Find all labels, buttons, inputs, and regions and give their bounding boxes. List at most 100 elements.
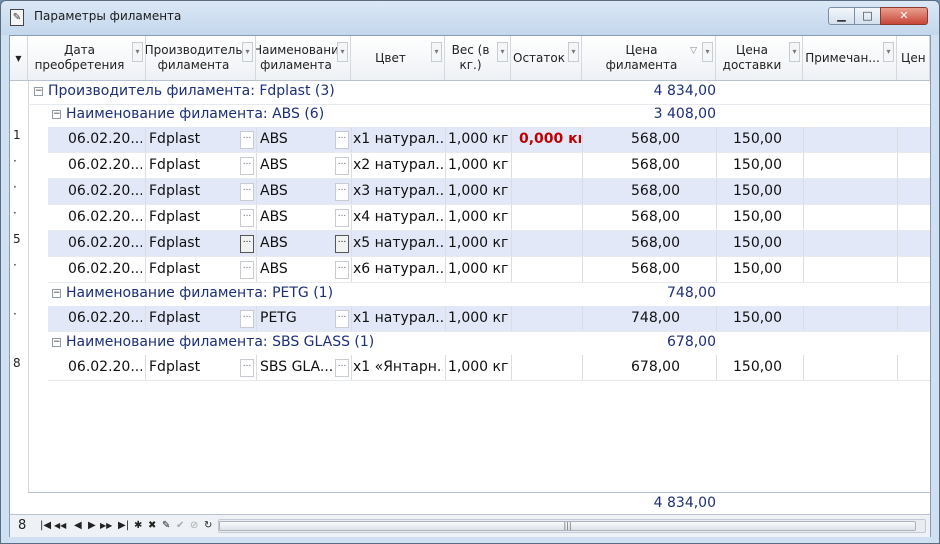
collapse-icon[interactable]: − <box>34 87 43 96</box>
table-row[interactable]: 06.02.20... Fdplast ... ABS ... x4 натур… <box>48 205 930 231</box>
ellipsis-button[interactable]: ... <box>240 235 254 253</box>
cell-weight: 1,000 кг <box>448 183 509 199</box>
cell-price: 568,00 <box>631 131 680 147</box>
cell-date: 06.02.20... <box>68 235 142 251</box>
last-record-icon[interactable]: ▶| <box>118 520 129 531</box>
title-bar[interactable]: ✎ Параметры филамента ▁ □ ✕ <box>1 1 939 35</box>
header-filament-name[interactable]: Наименовани филамента ▾ <box>256 36 351 80</box>
filter-icon[interactable]: ▾ <box>497 42 508 62</box>
ellipsis-button[interactable]: ... <box>240 183 254 201</box>
ellipsis-button[interactable]: ... <box>240 209 254 227</box>
next-page-icon[interactable]: ▶▶ <box>100 521 112 530</box>
cell-remaining <box>519 205 581 230</box>
ellipsis-button[interactable]: ... <box>240 131 254 149</box>
header-weight[interactable]: Вес (в кг.) ▾ <box>445 36 511 80</box>
ellipsis-button[interactable]: ... <box>335 359 349 377</box>
cancel-edit-icon[interactable]: ⊘ <box>190 520 198 531</box>
prev-page-icon[interactable]: ◀◀ <box>54 521 66 530</box>
header-price-more[interactable]: Цен <box>897 36 930 80</box>
filter-icon[interactable]: ▾ <box>337 42 348 62</box>
table-row-focused[interactable]: 06.02.20... Fdplast ... ABS ... x5 натур… <box>48 231 930 257</box>
scrollbar-thumb[interactable]: ||| <box>219 521 916 531</box>
table-row[interactable]: 06.02.20... Fdplast ... SBS GLA... ... x… <box>48 355 930 381</box>
collapse-icon[interactable]: − <box>52 110 61 119</box>
cell-remaining <box>519 179 581 204</box>
filter-icon[interactable]: ▾ <box>702 42 713 62</box>
cell-delivery: 150,00 <box>733 235 782 251</box>
cell-delivery: 150,00 <box>733 261 782 277</box>
row-indicator[interactable]: · <box>13 154 17 168</box>
ellipsis-button[interactable]: ... <box>335 310 349 328</box>
cell-name: ABS <box>260 183 288 199</box>
cell-name: ABS <box>260 157 288 173</box>
group-title: Производитель филамента: Fdplast (3) <box>48 83 335 99</box>
ellipsis-button[interactable]: ... <box>240 310 254 328</box>
row-indicator[interactable]: · <box>13 180 17 194</box>
grid-navigator: 8 |◀ ◀◀ ◀ ▶ ▶▶ ▶| ✱ ✖ ✎ ✔ ⊘ ↻ ||| <box>10 514 930 537</box>
filter-icon[interactable]: ▾ <box>883 42 894 62</box>
insert-record-icon[interactable]: ✱ <box>134 520 142 531</box>
column-chooser-button[interactable]: ▼ <box>10 36 28 80</box>
table-row[interactable]: 06.02.20... Fdplast ... ABS ... x1 натур… <box>48 127 930 153</box>
ellipsis-button[interactable]: ... <box>335 235 349 253</box>
cell-manufacturer: Fdplast <box>149 359 201 375</box>
minimize-button[interactable]: ▁ <box>828 7 855 25</box>
prev-record-icon[interactable]: ◀ <box>74 520 82 531</box>
cell-weight: 1,000 кг <box>448 235 509 251</box>
cell-price: 568,00 <box>631 183 680 199</box>
cell-name: SBS GLA... <box>260 359 332 375</box>
collapse-icon[interactable]: − <box>52 289 61 298</box>
header-filament-price[interactable]: Цена филамента ▽ ▾ <box>582 36 716 80</box>
table-row[interactable]: 06.02.20... Fdplast ... ABS ... x6 натур… <box>48 257 930 283</box>
cell-delivery: 150,00 <box>733 359 782 375</box>
group-row-manufacturer[interactable]: − Производитель филамента: Fdplast (3) 4… <box>28 81 930 105</box>
table-row[interactable]: 06.02.20... Fdplast ... PETG ... x1 нату… <box>48 306 930 332</box>
group-row-abs[interactable]: − Наименование филамента: ABS (6) 3 408,… <box>28 104 930 127</box>
filter-icon[interactable]: ▾ <box>568 42 579 62</box>
group-row-petg[interactable]: − Наименование филамента: PETG (1) 748,0… <box>28 283 930 306</box>
group-row-sbs-glass[interactable]: − Наименование филамента: SBS GLASS (1) … <box>28 332 930 355</box>
header-notes[interactable]: Примечан... ▾ <box>803 36 897 80</box>
ellipsis-button[interactable]: ... <box>335 209 349 227</box>
refresh-icon[interactable]: ↻ <box>204 520 212 531</box>
filter-icon[interactable]: ▾ <box>132 42 143 62</box>
ellipsis-button[interactable]: ... <box>335 157 349 175</box>
close-button[interactable]: ✕ <box>880 7 928 25</box>
row-indicator[interactable]: 8 <box>13 356 21 370</box>
collapse-icon[interactable]: − <box>52 338 61 347</box>
ellipsis-button[interactable]: ... <box>335 131 349 149</box>
cell-date: 06.02.20... <box>68 209 142 225</box>
row-indicator[interactable]: 5 <box>13 232 21 246</box>
ellipsis-button[interactable]: ... <box>335 183 349 201</box>
header-delivery-price[interactable]: Цена доставки ▾ <box>716 36 803 80</box>
row-indicator[interactable]: · <box>13 307 17 321</box>
table-row[interactable]: 06.02.20... Fdplast ... ABS ... x2 натур… <box>48 153 930 179</box>
post-edit-icon[interactable]: ✔ <box>176 520 184 531</box>
ellipsis-button[interactable]: ... <box>240 157 254 175</box>
ellipsis-button[interactable]: ... <box>240 359 254 377</box>
cell-weight: 1,000 кг <box>448 209 509 225</box>
header-manufacturer[interactable]: Производитель филамента ▾ <box>146 36 256 80</box>
header-color[interactable]: Цвет ▾ <box>351 36 445 80</box>
filter-icon[interactable]: ▾ <box>242 42 253 62</box>
next-record-icon[interactable]: ▶ <box>88 520 96 531</box>
window-title: Параметры филамента <box>34 9 182 23</box>
row-indicator[interactable]: 1 <box>13 128 21 142</box>
delete-record-icon[interactable]: ✖ <box>148 520 156 531</box>
row-indicator[interactable]: · <box>13 258 17 272</box>
filter-icon[interactable]: ▾ <box>431 42 442 62</box>
group-title: Наименование филамента: ABS (6) <box>66 106 325 122</box>
ellipsis-button[interactable]: ... <box>240 261 254 279</box>
cell-weight: 1,000 кг <box>448 359 509 375</box>
row-indicator[interactable]: · <box>13 206 17 220</box>
maximize-button[interactable]: □ <box>854 7 881 25</box>
group-sum: 3 408,00 <box>653 106 716 122</box>
edit-record-icon[interactable]: ✎ <box>162 520 170 531</box>
ellipsis-button[interactable]: ... <box>335 261 349 279</box>
first-record-icon[interactable]: |◀ <box>40 520 51 531</box>
header-remaining[interactable]: Остаток ▾ <box>511 36 582 80</box>
horizontal-scrollbar[interactable]: ||| <box>218 519 926 533</box>
table-row[interactable]: 06.02.20... Fdplast ... ABS ... x3 натур… <box>48 179 930 205</box>
filter-icon[interactable]: ▾ <box>789 42 800 62</box>
header-purchase-date[interactable]: Дата преобретения ▾ <box>28 36 146 80</box>
